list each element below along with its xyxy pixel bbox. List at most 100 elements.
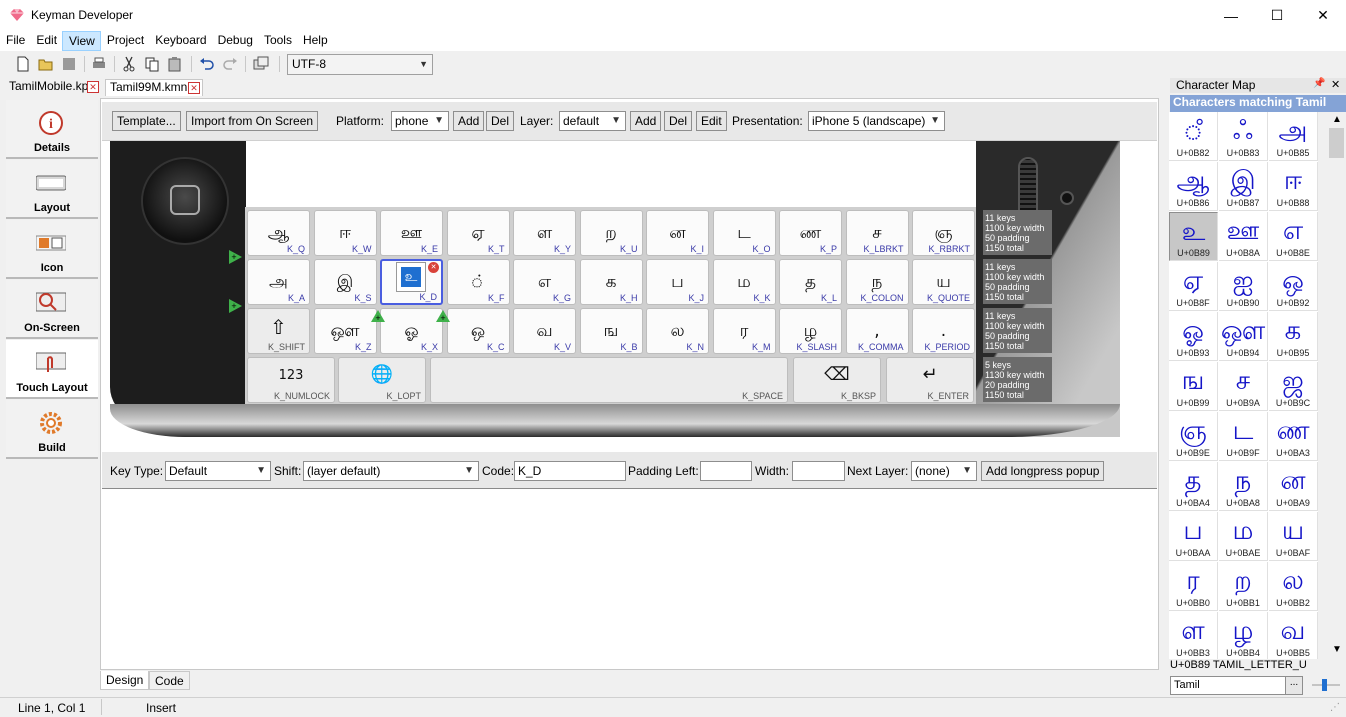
key-z[interactable]: ஔ K_Z <box>313 308 377 354</box>
character-cell[interactable]: ஒ U+0B92 <box>1269 262 1318 311</box>
character-cell[interactable]: ன U+0BA9 <box>1269 462 1318 511</box>
key-y[interactable]: ள K_Y <box>513 210 576 256</box>
character-cell[interactable]: ப U+0BAA <box>1169 512 1218 561</box>
nav-on-screen[interactable]: On-Screen <box>6 280 98 339</box>
character-cell[interactable]: ய U+0BAF <box>1269 512 1318 561</box>
character-cell[interactable]: ற U+0BB1 <box>1219 562 1268 611</box>
nav-layout[interactable]: Layout <box>6 160 98 219</box>
redo-icon[interactable] <box>221 55 239 73</box>
key-k[interactable]: ம K_K <box>712 259 776 305</box>
add-longpress-button[interactable]: Add longpress popup <box>981 461 1105 481</box>
key-type-select[interactable]: Default ▼ <box>165 461 271 481</box>
key-q[interactable]: ஆ K_Q <box>247 210 310 256</box>
pin-icon[interactable]: 📌 <box>1313 78 1325 89</box>
character-cell[interactable]: ஃ U+0B83 <box>1219 112 1268 161</box>
key-numlock[interactable]: 123 K_NUMLOCK <box>247 357 335 403</box>
key-h[interactable]: க K_H <box>579 259 643 305</box>
shift-select[interactable]: (layer default) ▼ <box>303 461 479 481</box>
add-platform-button[interactable]: Add <box>453 111 485 131</box>
character-cell[interactable]: ழ U+0BB4 <box>1219 612 1268 659</box>
character-cell[interactable]: ஊ U+0B8A <box>1219 212 1268 261</box>
longpress-popup-preview[interactable]: உ <box>396 262 426 292</box>
window-icon[interactable] <box>252 55 270 73</box>
delete-platform-button[interactable]: Del <box>486 111 515 131</box>
print-icon[interactable] <box>90 55 108 73</box>
key-o[interactable]: ட K_O <box>712 210 776 256</box>
character-cell[interactable]: உ U+0B89 <box>1169 212 1218 261</box>
key-u[interactable]: ற K_U <box>579 210 643 256</box>
character-cell[interactable]: ஈ U+0B88 <box>1269 162 1318 211</box>
key-v[interactable]: வ K_V <box>513 308 576 354</box>
key-bksp[interactable]: ⌫ K_BKSP <box>793 357 881 403</box>
character-cell[interactable]: ங U+0B99 <box>1169 362 1218 411</box>
copy-icon[interactable] <box>143 55 161 73</box>
key-rbrkt[interactable]: ஞ K_RBRKT <box>912 210 975 256</box>
menu-file[interactable]: File <box>0 31 30 51</box>
tab-tamilmobile-kpj[interactable]: TamilMobile.kpj ✕ <box>5 79 101 96</box>
add-key-icon[interactable]: + <box>371 310 385 322</box>
key-i[interactable]: ன K_I <box>646 210 709 256</box>
delete-layer-button[interactable]: Del <box>664 111 693 131</box>
add-row-icon[interactable]: + <box>229 250 243 264</box>
character-cell[interactable]: ஜ U+0B9C <box>1269 362 1318 411</box>
key-period[interactable]: . K_PERIOD <box>912 308 975 354</box>
menu-tools[interactable]: Tools <box>258 31 297 51</box>
character-cell[interactable]: ம U+0BAE <box>1219 512 1268 561</box>
character-cell[interactable]: ஓ U+0B93 <box>1169 312 1218 361</box>
character-cell[interactable]: ஞ U+0B9E <box>1169 412 1218 461</box>
menu-help[interactable]: Help <box>297 31 333 51</box>
key-lbrkt[interactable]: ச K_LBRKT <box>845 210 909 256</box>
character-cell[interactable]: க U+0B95 <box>1269 312 1318 361</box>
key-shift[interactable]: ⇧ K_SHIFT <box>247 308 310 354</box>
key-f[interactable]: ் K_F <box>446 259 510 305</box>
character-cell[interactable]: ள U+0BB3 <box>1169 612 1218 659</box>
character-cell[interactable]: ஏ U+0B8F <box>1169 262 1218 311</box>
key-c[interactable]: ஒ K_C <box>446 308 510 354</box>
nav-touch-layout[interactable]: Touch Layout <box>6 340 98 399</box>
key-p[interactable]: ண K_P <box>779 210 842 256</box>
maximize-button[interactable]: ☐ <box>1254 0 1300 31</box>
presentation-select[interactable]: iPhone 5 (landscape) ▼ <box>808 111 945 131</box>
key-x[interactable]: ஓ K_X <box>380 308 443 354</box>
new-file-icon[interactable] <box>14 55 32 73</box>
add-key-icon[interactable]: + <box>436 310 450 322</box>
key-slash[interactable]: ழ K_SLASH <box>779 308 842 354</box>
resize-grip-icon[interactable]: ⋰ <box>1330 702 1340 713</box>
platform-select[interactable]: phone ▼ <box>391 111 449 131</box>
key-n[interactable]: ல K_N <box>646 308 709 354</box>
tab-design[interactable]: Design <box>100 671 150 690</box>
key-t[interactable]: ஏ K_T <box>446 210 510 256</box>
key-j[interactable]: ப K_J <box>646 259 709 305</box>
paste-icon[interactable] <box>166 55 184 73</box>
add-layer-button[interactable]: Add <box>630 111 662 131</box>
key-l[interactable]: த K_L <box>779 259 842 305</box>
key-s[interactable]: இ K_S <box>313 259 377 305</box>
add-row-icon[interactable]: + <box>229 299 243 313</box>
scroll-thumb[interactable] <box>1329 128 1344 158</box>
tab-tamil99m-kmn[interactable]: Tamil99M.kmn ✕ <box>105 79 203 96</box>
character-cell[interactable]: த U+0BA4 <box>1169 462 1218 511</box>
nav-details[interactable]: i Details <box>6 100 98 159</box>
filter-options-button[interactable]: ... <box>1285 676 1303 695</box>
minimize-button[interactable]: — <box>1208 0 1254 31</box>
nav-icon[interactable]: Icon <box>6 220 98 279</box>
character-cell[interactable]: ஆ U+0B86 <box>1169 162 1218 211</box>
key-space[interactable]: K_SPACE <box>430 357 788 403</box>
close-icon[interactable]: ✕ <box>87 81 99 93</box>
padding-left-input[interactable] <box>700 461 752 481</box>
chevron-up-icon[interactable]: ▲ <box>1332 114 1342 125</box>
encoding-select[interactable]: UTF-8 ▼ <box>287 54 433 75</box>
close-icon[interactable]: ✕ <box>1331 78 1340 91</box>
open-folder-icon[interactable] <box>37 55 55 73</box>
key-comma[interactable]: , K_COMMA <box>845 308 909 354</box>
next-layer-select[interactable]: (none) ▼ <box>911 461 977 481</box>
code-input[interactable]: K_D <box>514 461 626 481</box>
key-g[interactable]: எ K_G <box>513 259 576 305</box>
template-button[interactable]: Template... <box>112 111 181 131</box>
key-lopt[interactable]: 🌐 K_LOPT <box>338 357 426 403</box>
character-map-scrollbar[interactable]: ▲ ▼ <box>1328 112 1345 659</box>
character-cell[interactable]: எ U+0B8E <box>1269 212 1318 261</box>
chevron-down-icon[interactable]: ▼ <box>1332 644 1342 655</box>
key-b[interactable]: ங K_B <box>579 308 643 354</box>
undo-icon[interactable] <box>198 55 216 73</box>
